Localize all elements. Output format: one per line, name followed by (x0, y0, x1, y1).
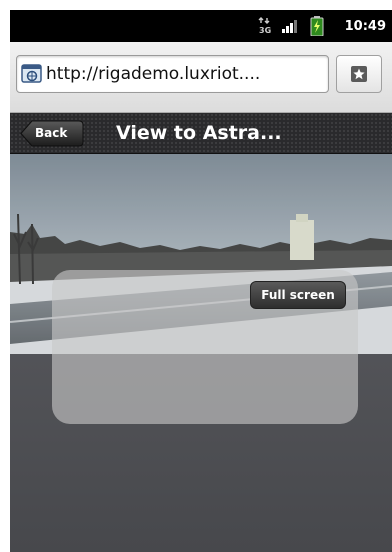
page-title: View to Astra... (116, 122, 282, 144)
browser-toolbar: http://rigademo.luxriot.... (10, 42, 392, 113)
phone-screen: 3G 10:49 http://rigademo.luxriot.... Bac… (10, 10, 392, 552)
clock: 10:49 (344, 18, 386, 34)
svg-text:3G: 3G (259, 26, 271, 35)
webpage-icon (21, 63, 43, 85)
3g-data-icon: 3G (258, 10, 272, 42)
back-button[interactable]: Back (20, 120, 84, 147)
bookmark-star-icon (349, 64, 369, 84)
content-area: Full screen (10, 154, 392, 552)
signal-icon (282, 10, 300, 42)
status-bar: 3G 10:49 (10, 10, 392, 42)
back-label: Back (35, 126, 68, 140)
bookmark-button[interactable] (336, 55, 382, 93)
url-bar[interactable]: http://rigademo.luxriot.... (16, 55, 329, 93)
fullscreen-button[interactable]: Full screen (250, 281, 346, 309)
app-header: Back View to Astra... (10, 113, 392, 154)
battery-charging-icon (310, 10, 324, 42)
video-controls-overlay: Full screen (52, 270, 358, 424)
url-text: http://rigademo.luxriot.... (46, 64, 261, 84)
